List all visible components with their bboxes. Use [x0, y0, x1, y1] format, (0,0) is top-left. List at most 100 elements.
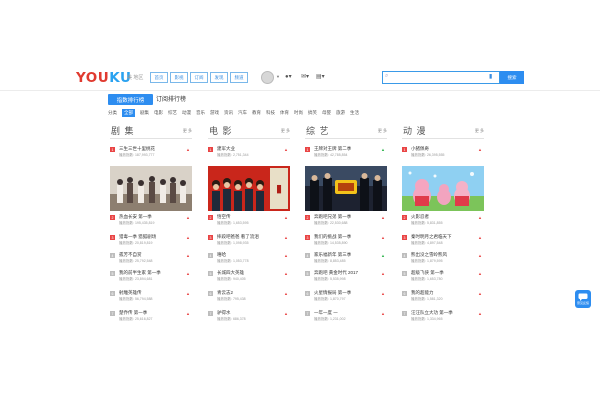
- filter-item[interactable]: 科技: [266, 110, 275, 116]
- filter-item[interactable]: 音乐: [196, 110, 205, 116]
- item-title[interactable]: 家乐福新年 第三季: [314, 252, 351, 258]
- play-index: 播放指数: 187,993,777: [119, 153, 155, 157]
- poster-thumbnail[interactable]: ▮: [208, 166, 290, 211]
- tab-subscribe-ranking[interactable]: 订阅排行榜: [156, 94, 186, 103]
- item-title[interactable]: 奔跑吧兄弟 第一季: [314, 214, 351, 220]
- poster-thumbnail[interactable]: [402, 166, 484, 211]
- item-title[interactable]: 奔跑吧 黄金时代 2017: [314, 270, 358, 276]
- ranking-item[interactable]: 6 火星情报局 第一季 播放指数: 1,870,797 ▲: [305, 290, 387, 305]
- more-link[interactable]: 更 多: [281, 128, 290, 134]
- more-link[interactable]: 更 多: [183, 128, 192, 134]
- filter-item[interactable]: 全部: [122, 109, 135, 117]
- ranking-item[interactable]: 7 楚乔传 第一季 播放指数: 25,616,827 ▲: [110, 310, 192, 325]
- item-title[interactable]: 悟空传: [217, 214, 231, 220]
- avatar[interactable]: [261, 71, 274, 84]
- item-title[interactable]: 一年一度 一: [314, 310, 338, 316]
- filter-item[interactable]: 搞笑: [308, 110, 317, 116]
- ranking-item[interactable]: 5 长城四大英雄 播放指数: 940,405 ▲: [208, 270, 290, 285]
- ranking-item[interactable]: 6 青云志2 播放指数: 795,438 ▲: [208, 290, 290, 305]
- ranking-item[interactable]: 5 奔跑吧 黄金时代 2017 播放指数: 5,535,998 ▲: [305, 270, 387, 285]
- item-title[interactable]: 秦时明月之君临天下: [411, 234, 452, 240]
- item-title[interactable]: 摔跤吧爸爸 看了流泪: [217, 234, 259, 240]
- filter-item[interactable]: 电影: [154, 110, 163, 116]
- upload-icon[interactable]: ●▾: [285, 73, 292, 80]
- item-title[interactable]: 青云志2: [217, 290, 233, 296]
- item-title[interactable]: 猎毒一季 猎狐剧场: [119, 234, 156, 240]
- ranking-item[interactable]: 2 火影忍者 播放指数: 5,831,855 ▲: [402, 214, 484, 229]
- tab-index-ranking[interactable]: 指数排行榜: [108, 94, 153, 105]
- ranking-item[interactable]: 7 驴得水 播放指数: 686,378 ▲: [208, 310, 290, 325]
- ranking-item[interactable]: 7 一年一度 一播放指数: 1,231,002 ▲: [305, 310, 387, 325]
- filter-item[interactable]: 体育: [280, 110, 289, 116]
- region-selector[interactable]: 美 地区: [127, 74, 143, 81]
- item-title[interactable]: 熊出没之雪岭熊风: [411, 252, 447, 258]
- item-title[interactable]: 我的前半生家 第一季: [119, 270, 161, 276]
- youku-logo[interactable]: YOUKU: [76, 70, 131, 86]
- filter-item[interactable]: 资讯: [224, 110, 233, 116]
- filter-item[interactable]: 教育: [252, 110, 261, 116]
- item-title[interactable]: 王牌对王牌 第二季: [314, 146, 351, 152]
- item-title[interactable]: 我们的挑战 第一季: [314, 234, 351, 240]
- item-title[interactable]: 超级飞侠 第一季: [411, 270, 444, 276]
- ranking-item[interactable]: 3 摔跤吧爸爸 看了流泪 播放指数: 1,098,935 ▲: [208, 234, 290, 249]
- item-title[interactable]: 火星情报局 第一季: [314, 290, 351, 296]
- filter-item[interactable]: 汽车: [238, 110, 247, 116]
- filter-item[interactable]: 综艺: [168, 110, 177, 116]
- more-link[interactable]: 更 多: [378, 128, 387, 134]
- ranking-item[interactable]: 1 王牌对王牌 第二季 播放指数: 42,785,854 ▲: [305, 146, 387, 161]
- nav-item-channel[interactable]: 频道: [230, 72, 248, 83]
- search-input[interactable]: [382, 71, 500, 84]
- ranking-item[interactable]: 1 建军大业 播放指数: 2,751,344 ▲: [208, 146, 290, 161]
- poster-thumbnail[interactable]: [305, 166, 387, 211]
- filter-item[interactable]: 剧集: [140, 110, 149, 116]
- ranking-item[interactable]: 3 猎毒一季 猎狐剧场 播放指数: 20,819,819 ▲: [110, 234, 192, 249]
- item-title[interactable]: 我的超能力: [411, 290, 434, 296]
- ranking-item[interactable]: 2 奔跑吧兄弟 第一季 播放指数: 22,530,688 ▲: [305, 214, 387, 229]
- item-title[interactable]: 热血长安 第一季: [119, 214, 152, 220]
- filter-item[interactable]: 生活: [350, 110, 359, 116]
- item-title[interactable]: 小猪佩奇: [411, 146, 429, 152]
- item-title[interactable]: 火影忍者: [411, 214, 429, 220]
- poster-thumbnail[interactable]: [110, 166, 192, 211]
- ranking-item[interactable]: 7 汪汪队立大功 第一季 播放指数: 1,334,965 ▲: [402, 310, 484, 325]
- nav-item-discover[interactable]: 发现: [210, 72, 228, 83]
- filter-item[interactable]: 母婴: [322, 110, 331, 116]
- more-link[interactable]: 更 多: [475, 128, 484, 134]
- filter-item[interactable]: 游戏: [210, 110, 219, 116]
- ranking-item[interactable]: 2 热血长安 第一季 播放指数: 195,435,819 ▲: [110, 214, 192, 229]
- filter-item[interactable]: 时尚: [294, 110, 303, 116]
- nav-item-subscribe[interactable]: 订阅: [190, 72, 208, 83]
- item-title[interactable]: 孤芳不自赏: [119, 252, 142, 258]
- ranking-item[interactable]: 4 家乐福新年 第三季 播放指数: 8,853,485 ▲: [305, 252, 387, 267]
- filter-item[interactable]: 旅游: [336, 110, 345, 116]
- chevron-down-icon[interactable]: ▼: [276, 74, 280, 79]
- item-title[interactable]: 汪汪队立大功 第一季: [411, 310, 453, 316]
- nav-item-home[interactable]: 首页: [150, 72, 168, 83]
- ranking-item[interactable]: 2 悟空传 播放指数: 1,653,595 ▲: [208, 214, 290, 229]
- item-title[interactable]: 楚乔传 第一季: [119, 310, 147, 316]
- item-title[interactable]: 驴得水: [217, 310, 231, 316]
- ranking-item[interactable]: 1 小猪佩奇 播放指数: 26,395,555 ▲: [402, 146, 484, 161]
- item-title[interactable]: 建军大业: [217, 146, 235, 152]
- filter-item[interactable]: 动漫: [182, 110, 191, 116]
- ranking-item[interactable]: 6 射雕英雄传 播放指数: 56,794,588 ▲: [110, 290, 192, 305]
- item-title[interactable]: 长城四大英雄: [217, 270, 244, 276]
- ranking-item[interactable]: 6 我的超能力 播放指数: 1,581,320 ▲: [402, 290, 484, 305]
- ranking-item[interactable]: 4 孤芳不自赏 播放指数: 25,792,548 ▲: [110, 252, 192, 267]
- nav-item-film[interactable]: 影视: [170, 72, 188, 83]
- ranking-item[interactable]: 3 秦时明月之君临天下 播放指数: 4,897,548 ▲: [402, 234, 484, 249]
- feedback-button[interactable]: 意见反馈: [575, 290, 591, 308]
- search-button[interactable]: 搜索: [500, 71, 524, 84]
- item-title[interactable]: 射雕英雄传: [119, 290, 142, 296]
- message-icon[interactable]: ✉▾: [301, 73, 309, 80]
- item-title[interactable]: 三生三世十里桃花: [119, 146, 155, 152]
- item-title[interactable]: 嘻哈: [217, 252, 226, 258]
- ranking-item[interactable]: 4 熊出没之雪岭熊风 播放指数: 1,879,595 ▲: [402, 252, 484, 267]
- history-icon[interactable]: ▤▾: [316, 73, 325, 80]
- chart-icon[interactable]: ▮: [489, 73, 492, 80]
- ranking-item[interactable]: 5 超级飞侠 第一季 播放指数: 1,653,780 ▲: [402, 270, 484, 285]
- ranking-item[interactable]: 4 嘻哈 播放指数: 1,053,778 ▲: [208, 252, 290, 267]
- ranking-item[interactable]: 1 三生三世十里桃花 播放指数: 187,993,777 ▲: [110, 146, 192, 161]
- ranking-item[interactable]: 5 我的前半生家 第一季 播放指数: 23,894,681 ▲: [110, 270, 192, 285]
- ranking-item[interactable]: 3 我们的挑战 第一季 播放指数: 14,535,890 ▲: [305, 234, 387, 249]
